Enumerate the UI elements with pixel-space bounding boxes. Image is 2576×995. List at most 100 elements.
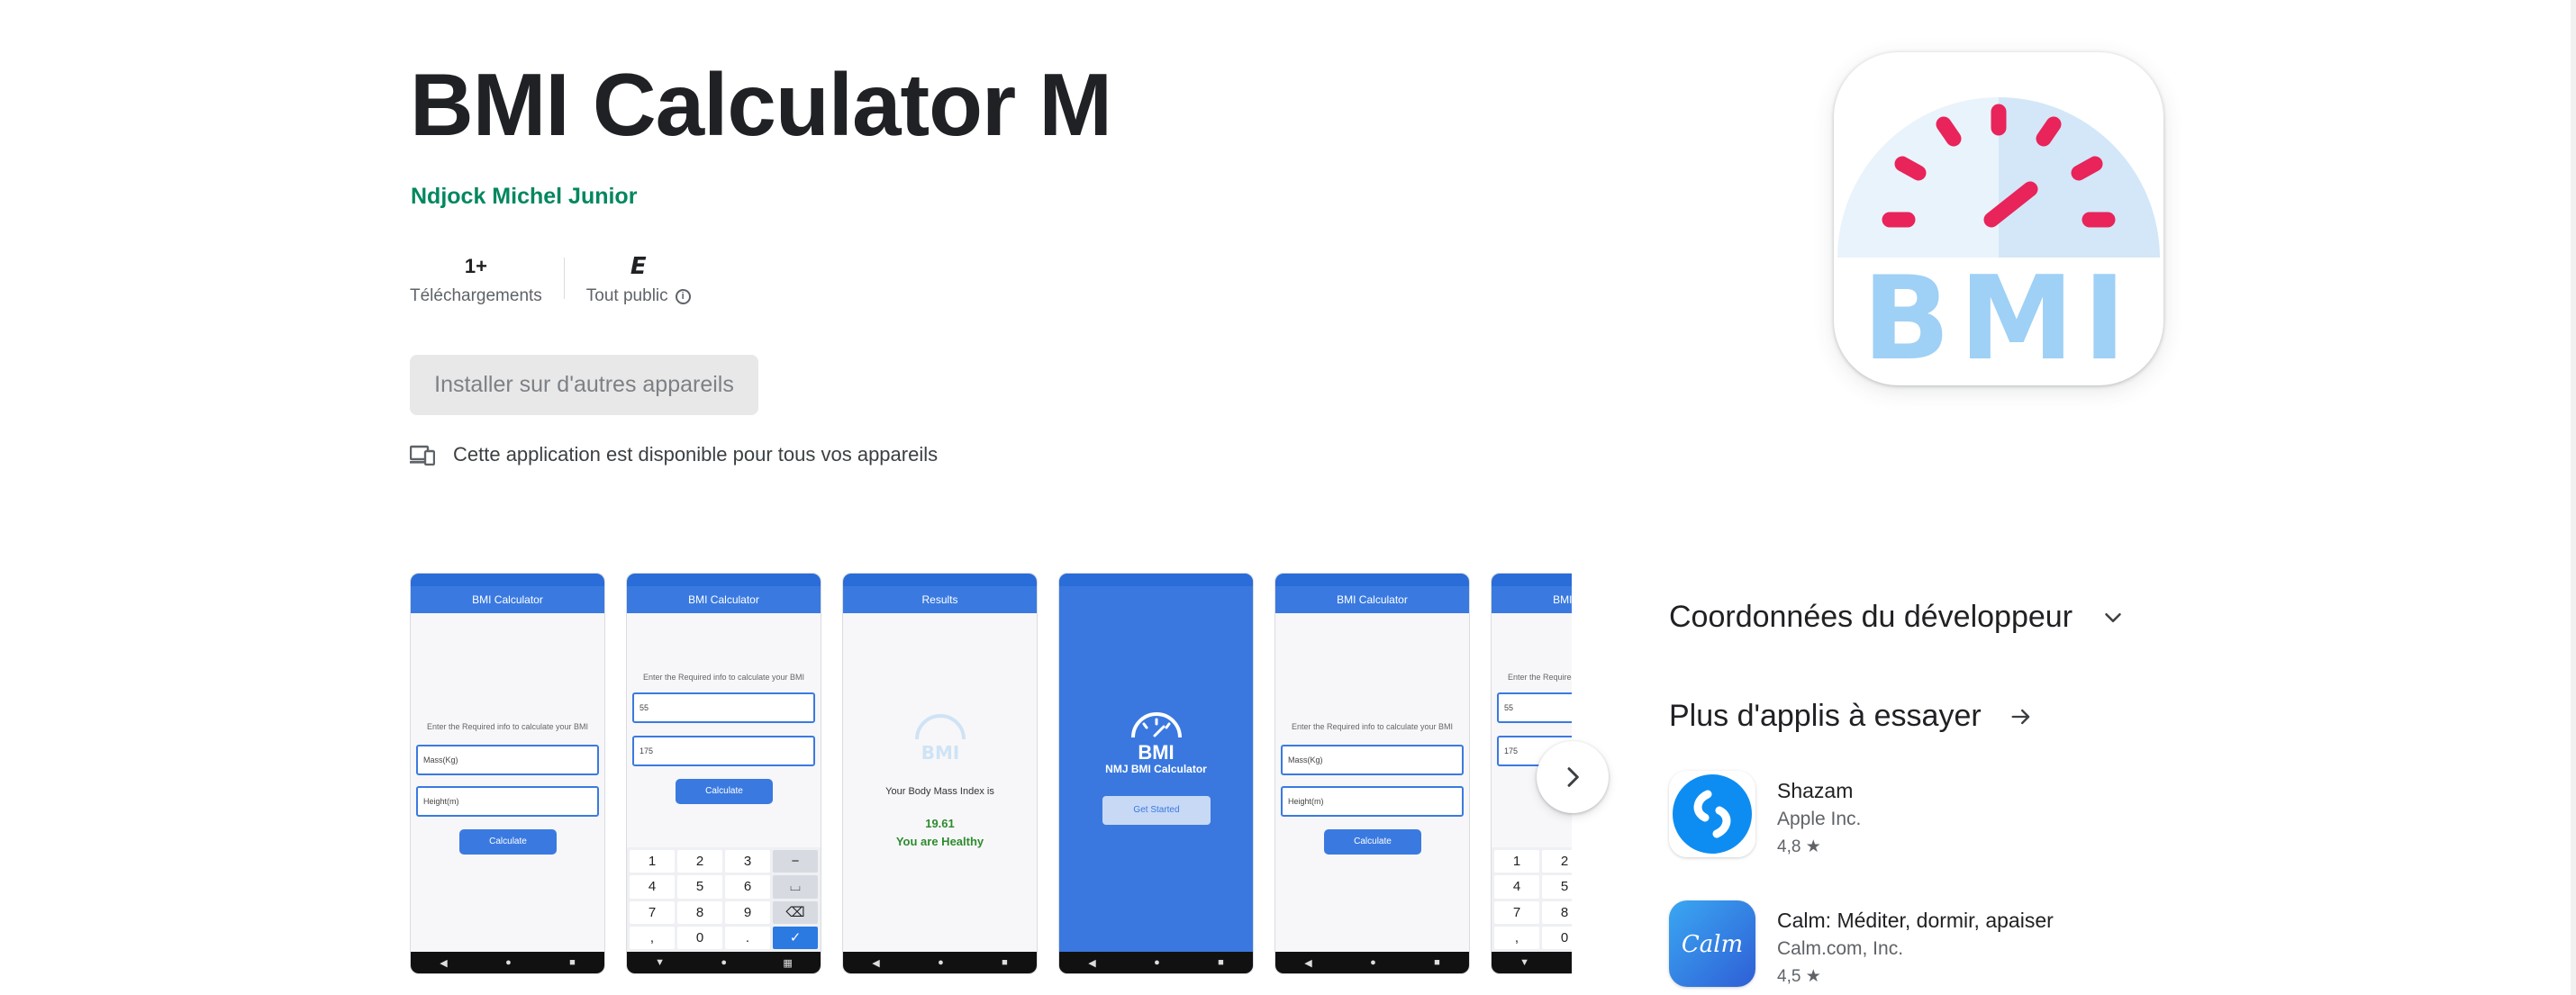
chevron-right-icon (1567, 767, 1579, 787)
developer-contact-label: Coordonnées du développeur (1669, 600, 2073, 634)
content-rating-row: Tout public i (586, 286, 691, 306)
nav-bar: ▼●▦ (1492, 952, 1572, 973)
info-icon[interactable]: i (675, 288, 691, 304)
app-name: Shazam (1777, 779, 1854, 802)
more-apps-heading[interactable]: Plus d'applis à essayer (1669, 699, 2034, 734)
key: 9 (725, 900, 770, 924)
screenshot-appbar-title: BMI Calculator (1275, 586, 1469, 613)
screenshot-mass-field: Mass(Kg) (1281, 745, 1464, 775)
key: 2 (677, 850, 722, 873)
faded-bmi-icon: BMI (915, 714, 966, 763)
calm-icon: Calm (1669, 900, 1755, 987)
shazam-icon (1669, 771, 1755, 857)
screenshot-carousel[interactable]: BMI Calculator Enter the Required info t… (410, 573, 1572, 976)
screenshot-height-field: Height(m) (1281, 786, 1464, 817)
screenshot-result-value: 19.61 (925, 817, 955, 830)
key: . (725, 926, 770, 949)
splash-bmi-label: BMI (1138, 741, 1175, 764)
suggested-app-shazam[interactable]: Shazam Apple Inc. 4,8 ★ (1669, 771, 1861, 861)
scrollbar[interactable] (2571, 0, 2576, 995)
screenshot-appbar-title: Results (843, 586, 1037, 613)
screenshot-keypad: 1 2 3 − 4 5 6 ⌴ 7 8 9 ⌫ , 0 . ✓ (627, 847, 821, 952)
screenshot-result-status: You are Healthy (895, 835, 984, 848)
screenshot-prompt: Enter the Required info to calculate you… (1507, 673, 1572, 682)
content-rating-label: Tout public (585, 286, 668, 305)
key: 8 (677, 900, 722, 924)
install-other-devices-button[interactable]: Installer sur d'autres appareils (410, 355, 758, 415)
app-title: BMI Calculator M (410, 55, 1112, 154)
app-developer: Calm.com, Inc. (1777, 938, 1904, 959)
screenshot-calculate-button: Calculate (1324, 829, 1421, 855)
screenshot-3[interactable]: Results BMI Your Body Mass Index is 19.6… (842, 573, 1038, 974)
screenshot-appbar-title: BMI Calculator (411, 586, 604, 613)
key: 5 (677, 875, 722, 899)
screenshot-calculate-button: Calculate (459, 829, 557, 855)
key: 1 (630, 850, 675, 873)
nav-bar: ◀ ● ■ (843, 952, 1037, 973)
screenshot-mass-field: 55 (632, 692, 815, 723)
screenshot-1[interactable]: BMI Calculator Enter the Required info t… (410, 573, 605, 974)
key: 5 (1542, 875, 1572, 899)
calm-icon-text: Calm (1682, 931, 1743, 958)
status-bar (843, 574, 1037, 586)
screenshot-appbar-title: BMI Calculator (627, 586, 821, 613)
status-bar (1275, 574, 1469, 586)
screenshot-prompt: Enter the Required info to calculate you… (1291, 722, 1454, 731)
bmi-gauge-icon: BMI (1837, 97, 2160, 385)
screenshot-4[interactable]: BMI NMJ BMI Calculator Get Started ◀ ● ■ (1058, 573, 1254, 974)
key: − (773, 850, 818, 873)
screenshot-height-field: 175 (632, 736, 815, 766)
app-developer: Apple Inc. (1777, 809, 1862, 829)
downloads-stat: 1+ Téléchargements (410, 250, 564, 306)
app-name: Calm: Méditer, dormir, apaiser (1777, 909, 2054, 932)
icon-bmi-text: BMI (1863, 252, 2136, 385)
key: 3 (725, 850, 770, 873)
status-bar (1492, 574, 1572, 586)
devices-icon (410, 445, 435, 466)
key: , (630, 926, 675, 949)
screenshot-prompt: Enter the Required info to calculate you… (426, 722, 589, 731)
status-bar (1059, 574, 1253, 586)
nav-bar: ▼●▦ (627, 952, 821, 973)
chevron-down-icon (2105, 612, 2121, 622)
status-bar (411, 574, 604, 586)
more-apps-label: Plus d'applis à essayer (1669, 699, 1982, 733)
key: 2 (1542, 850, 1572, 873)
splash-get-started-button: Get Started (1102, 796, 1211, 825)
key: 7 (1494, 900, 1539, 924)
developer-contact-heading[interactable]: Coordonnées du développeur (1669, 600, 2127, 635)
screenshot-5[interactable]: BMI Calculator Enter the Required info t… (1274, 573, 1470, 974)
availability-note: Cette application est disponible pour to… (410, 443, 938, 466)
key: 4 (1494, 875, 1539, 899)
app-icon: BMI (1834, 52, 2163, 385)
nav-bar: ◀ ● ■ (1059, 952, 1253, 973)
key: ⌫ (773, 900, 818, 924)
app-rating: 4,8 ★ (1777, 837, 1821, 856)
screenshot-appbar-title: BMI Calculator (1492, 586, 1572, 613)
key: 6 (725, 875, 770, 899)
key: ⌴ (773, 875, 818, 899)
content-rating-stat[interactable]: E Tout public i (565, 250, 712, 306)
developer-link[interactable]: Ndjock Michel Junior (411, 182, 637, 212)
screenshot-2[interactable]: BMI Calculator Enter the Required info t… (626, 573, 821, 974)
key: ✓ (773, 926, 818, 949)
availability-text: Cette application est disponible pour to… (453, 443, 939, 466)
key: 7 (630, 900, 675, 924)
screenshot-mass-field: Mass(Kg) (416, 745, 599, 775)
key: 0 (1542, 926, 1572, 949)
key: , (1494, 926, 1539, 949)
downloads-value: 1+ (464, 255, 487, 277)
faded-bmi-text: BMI (921, 742, 960, 763)
splash-gauge-icon (1131, 712, 1182, 738)
key: 1 (1494, 850, 1539, 873)
suggested-app-calm[interactable]: Calm Calm: Méditer, dormir, apaiser Calm… (1669, 900, 2054, 990)
app-stats: 1+ Téléchargements E Tout public i (410, 250, 712, 306)
arrow-right-icon (2011, 709, 2030, 724)
downloads-label: Téléchargements (410, 286, 542, 305)
app-rating: 4,5 ★ (1777, 967, 1821, 986)
screenshot-prompt: Enter the Required info to calculate you… (642, 673, 805, 682)
carousel-next-button[interactable] (1537, 741, 1609, 813)
screenshot-calculate-button: Calculate (676, 779, 773, 804)
screenshot-mass-field: 55 (1497, 692, 1572, 723)
key: 4 (630, 875, 675, 899)
